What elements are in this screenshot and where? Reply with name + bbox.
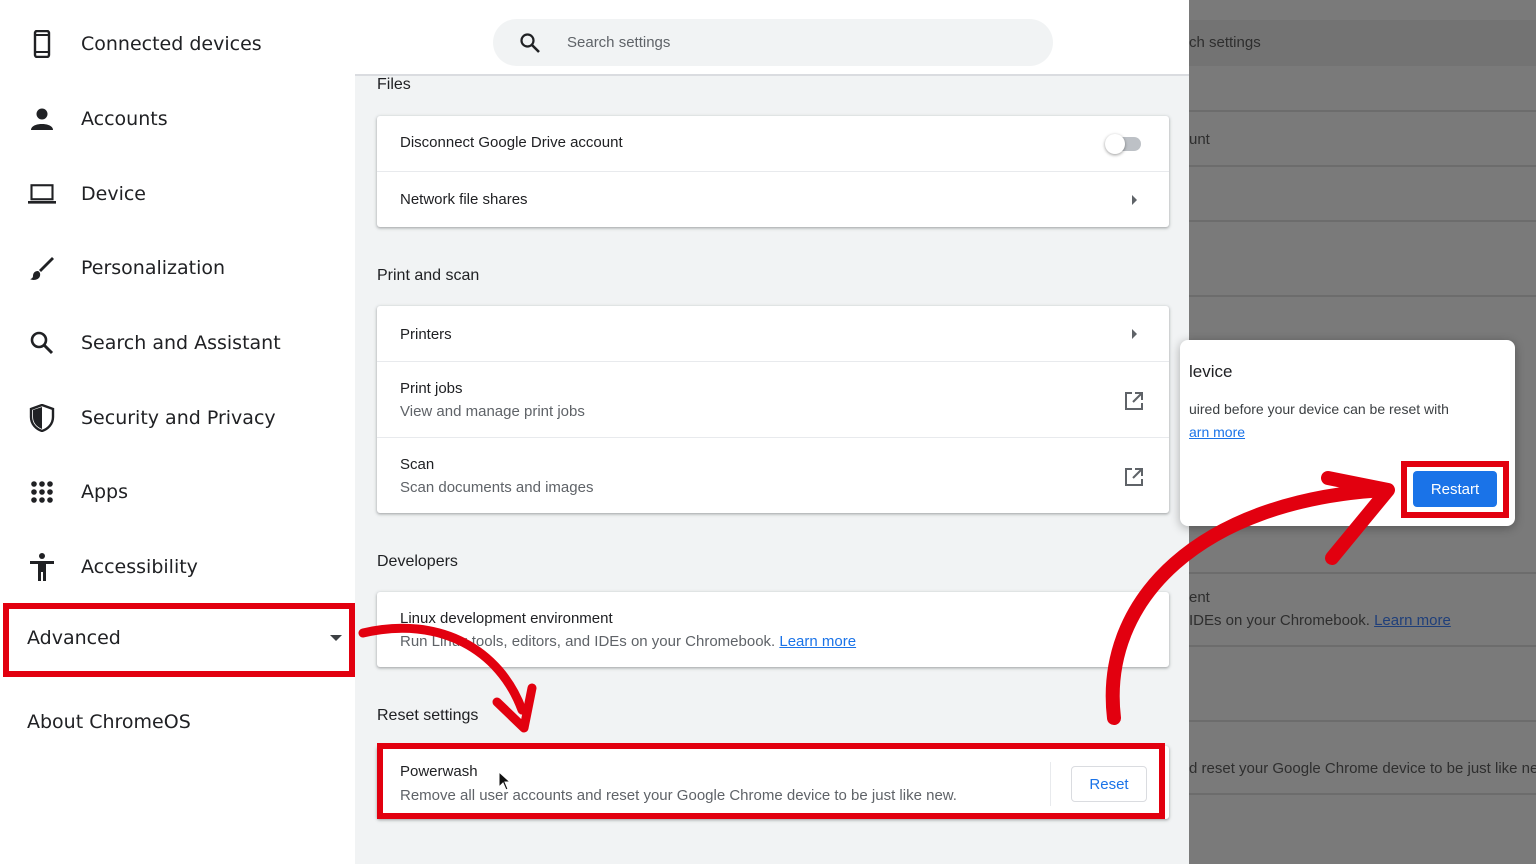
sidebar-item-label: Device	[81, 183, 146, 205]
developers-card: Linux development environment Run Linux …	[377, 592, 1169, 667]
print-card: Printers Print jobs View and manage prin…	[377, 306, 1169, 513]
dialog-title: levice	[1189, 362, 1233, 381]
section-title-reset-settings: Reset settings	[377, 707, 479, 724]
search-icon	[519, 32, 541, 54]
row-print-jobs[interactable]: Print jobs View and manage print jobs	[377, 362, 1169, 438]
row-label: Printers	[400, 326, 452, 343]
highlight-box-powerwash	[377, 743, 1165, 819]
dim-divider	[1189, 793, 1536, 795]
sidebar-item-about-chromeos[interactable]: About ChromeOS	[0, 692, 355, 752]
row-printers[interactable]: Printers	[377, 306, 1169, 362]
dim-dev-description: IDEs on your Chromebook.	[1189, 612, 1370, 629]
sidebar-item-connected-devices[interactable]: Connected devices	[0, 14, 355, 74]
dialog-learn-more-link[interactable]: arn more	[1189, 424, 1245, 440]
arrow-right-icon	[1132, 329, 1137, 339]
row-linux-development[interactable]: Linux development environment Run Linux …	[377, 592, 1169, 667]
phone-icon	[28, 30, 56, 58]
sidebar-item-search-and-assistant[interactable]: Search and Assistant	[0, 313, 355, 373]
drive-toggle[interactable]	[1105, 134, 1141, 154]
toggle-knob	[1105, 134, 1125, 154]
arrow-right-icon	[1132, 195, 1137, 205]
person-icon	[28, 105, 56, 133]
row-label: Print jobs	[400, 380, 463, 397]
grid-icon	[28, 478, 56, 506]
row-label: Network file shares	[400, 191, 528, 208]
highlight-box-restart	[1401, 461, 1509, 518]
sidebar-item-label: Apps	[81, 481, 129, 503]
row-disconnect-drive[interactable]: Disconnect Google Drive account	[377, 116, 1169, 172]
laptop-icon	[28, 180, 56, 208]
row-sublabel: Scan documents and images	[400, 479, 594, 496]
sidebar-item-accessibility[interactable]: Accessibility	[0, 537, 355, 597]
sidebar-item-label: Accessibility	[81, 556, 198, 578]
dim-account-text: unt	[1189, 131, 1210, 148]
row-network-file-shares[interactable]: Network file shares	[377, 172, 1169, 227]
accessibility-icon	[28, 553, 56, 581]
sidebar-item-label: Accounts	[81, 108, 168, 130]
row-label: Scan	[400, 456, 435, 473]
shield-icon	[28, 404, 56, 432]
dim-divider	[1189, 720, 1536, 722]
sidebar: Connected devices Accounts Device Person…	[0, 0, 355, 864]
search-input[interactable]: Search settings	[493, 19, 1053, 66]
learn-more-link[interactable]: Learn more	[779, 633, 856, 650]
dim-divider	[1189, 165, 1536, 167]
sidebar-item-label: About ChromeOS	[27, 711, 191, 733]
mouse-cursor-icon	[498, 771, 512, 791]
main-panel: Files Disconnect Google Drive account Ne…	[355, 0, 1189, 864]
section-title-print-and-scan: Print and scan	[377, 267, 480, 284]
sidebar-item-security-and-privacy[interactable]: Security and Privacy	[0, 388, 355, 448]
sidebar-item-label: Security and Privacy	[81, 407, 276, 429]
open-in-new-icon[interactable]	[1124, 467, 1144, 487]
search-icon	[28, 329, 56, 357]
brush-icon	[28, 254, 56, 282]
dim-dev-text-2: IDEs on your Chromebook. Learn more	[1189, 612, 1451, 629]
dim-divider	[1189, 572, 1536, 574]
highlight-box-advanced	[3, 603, 355, 677]
row-sublabel: View and manage print jobs	[400, 403, 585, 420]
dialog-body: uired before your device can be reset wi…	[1189, 401, 1449, 417]
sidebar-item-label: Search and Assistant	[81, 332, 281, 354]
row-label: Disconnect Google Drive account	[400, 134, 623, 151]
dim-divider	[1189, 110, 1536, 112]
section-title-developers: Developers	[377, 553, 458, 570]
dim-divider	[1189, 645, 1536, 647]
row-label: Linux development environment	[400, 610, 613, 627]
search-placeholder: Search settings	[567, 34, 671, 51]
sidebar-item-accounts[interactable]: Accounts	[0, 89, 355, 149]
files-card: Disconnect Google Drive account Network …	[377, 116, 1169, 227]
header: Search settings	[355, 0, 1189, 76]
dim-reset-text: d reset your Google Chrome device to be …	[1189, 760, 1536, 777]
open-in-new-icon[interactable]	[1124, 391, 1144, 411]
dim-divider	[1189, 295, 1536, 297]
row-sublabel: Run Linux tools, editors, and IDEs on yo…	[400, 633, 856, 650]
dim-search-text: ch settings	[1189, 34, 1261, 51]
sidebar-item-device[interactable]: Device	[0, 164, 355, 224]
linux-description: Run Linux tools, editors, and IDEs on yo…	[400, 633, 776, 650]
dim-divider	[1189, 220, 1536, 222]
dim-learn-more-link: Learn more	[1374, 612, 1451, 629]
dim-dev-text: ent	[1189, 589, 1210, 606]
section-title-files: Files	[377, 76, 411, 93]
row-scan[interactable]: Scan Scan documents and images	[377, 438, 1169, 513]
sidebar-item-personalization[interactable]: Personalization	[0, 238, 355, 298]
sidebar-item-label: Personalization	[81, 257, 226, 279]
sidebar-item-label: Connected devices	[81, 33, 262, 55]
sidebar-item-apps[interactable]: Apps	[0, 462, 355, 522]
